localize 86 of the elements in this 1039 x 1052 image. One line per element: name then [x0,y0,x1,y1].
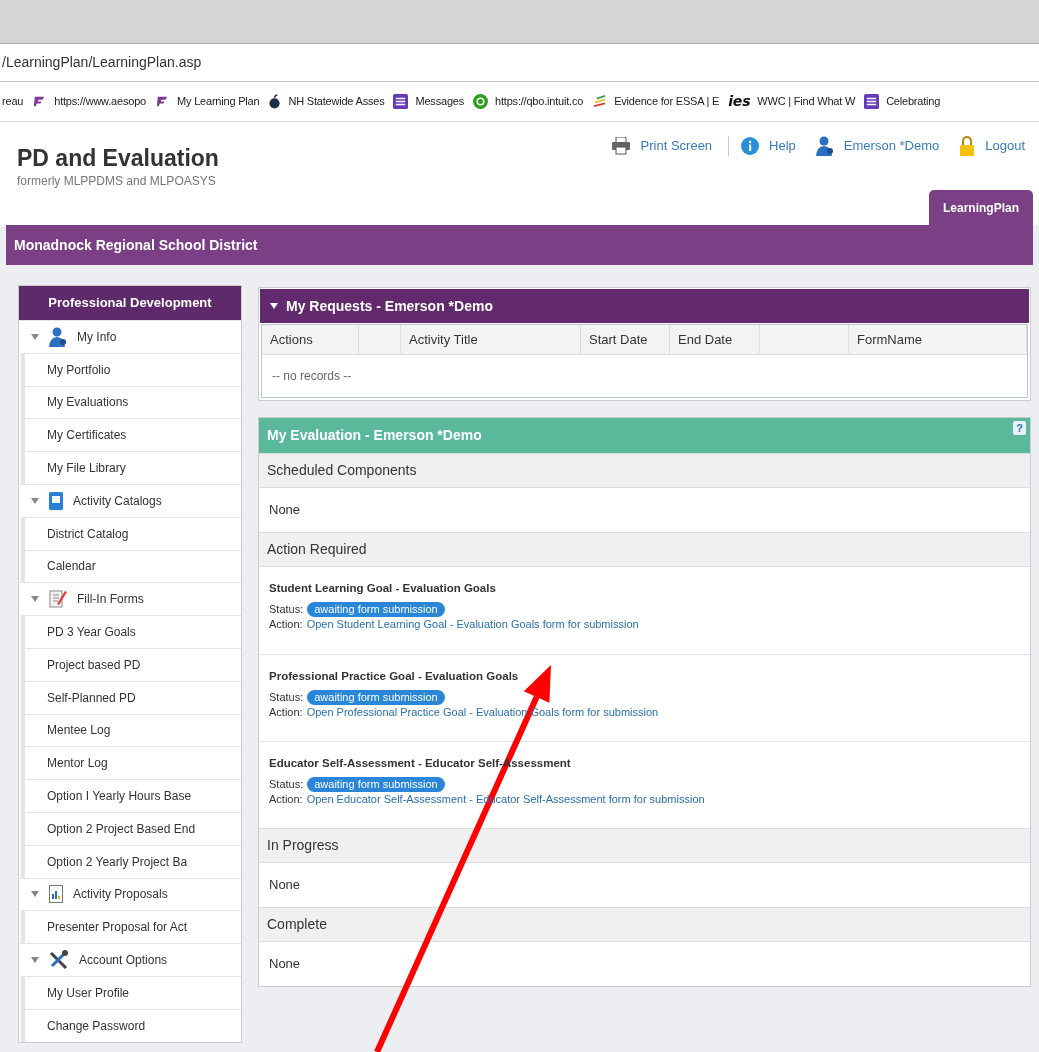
sidebar-title: Professional Development [48,294,212,313]
sidebar-group[interactable]: Fill-In Forms [77,590,144,609]
sidebar-item[interactable]: Option 2 Project Based End [47,819,196,838]
bookmark[interactable]: reau [2,93,24,110]
empty-message: None [269,955,301,974]
header-link[interactable]: Print Screen [640,136,713,156]
section-title: Action Required [267,540,367,559]
sidebar-item[interactable]: Project based PD [47,655,141,674]
panel-title: My Requests - Emerson *Demo [286,296,493,316]
status-badge: awaiting form submission [307,777,445,793]
district-name: Monadnock Regional School District [14,235,258,255]
circle-logo-icon [473,94,489,109]
sidebar-item[interactable]: Presenter Proposal for Act [47,918,188,937]
sidebar-item[interactable]: Mentor Log [47,754,108,773]
status-label: Status: [269,602,304,618]
column-header[interactable]: Activity Title [401,325,581,354]
status-badge: awaiting form submission [307,602,445,618]
sidebar-item[interactable]: PD 3 Year Goals [47,623,136,642]
sidebar-item[interactable]: Calendar [47,557,96,576]
status-badge: awaiting form submission [307,690,445,706]
bookmark[interactable]: My Learning Plan [155,93,260,110]
sidebar-item[interactable]: My Portfolio [47,360,111,379]
sidebar-item[interactable]: Mentee Log [47,721,111,740]
sidebar-group[interactable]: My Info [77,327,117,346]
bookmark[interactable]: Messages [393,93,465,110]
status-label: Status: [269,777,304,793]
section-title: In Progress [267,836,339,855]
action-label: Action: [269,792,303,808]
sidebar-item[interactable]: District Catalog [47,524,129,543]
app-title: PD and Evaluation [17,144,219,172]
action-label: Action: [269,617,303,633]
panel-title: My Evaluation - Emerson *Demo [267,426,482,445]
form-pencil-icon [49,589,67,610]
action-link[interactable]: Open Student Learning Goal - Evaluation Goals form for submission [306,617,639,633]
bookmark[interactable]: NH Statewide Asses [268,93,385,110]
caret-icon[interactable] [270,303,278,309]
list-icon [393,94,409,109]
sidebar-item[interactable]: My User Profile [47,983,129,1002]
brand-icon [155,94,170,109]
sidebar-item[interactable]: My Evaluations [47,393,129,412]
user-icon [49,326,67,347]
address-bar[interactable]: /LearningPlan/LearningPlan.asp [0,52,202,73]
bookmark[interactable]: https://qbo.intuit.co [473,93,584,110]
header-link[interactable]: Logout [985,136,1025,156]
help-badge[interactable]: ? [1013,421,1026,435]
column-header[interactable]: FormName [849,325,1027,354]
section-title: Complete [267,915,327,934]
apple-icon [268,94,282,109]
column-header[interactable]: Start Date [581,325,670,354]
chart-document-icon [49,885,63,904]
item-title: Student Learning Goal - Evaluation Goals [269,581,496,596]
lock-icon [959,136,976,156]
item-title: Professional Practice Goal - Evaluation Goals [269,669,519,684]
bookmark[interactable]: ies WWC | Find What W [728,91,856,112]
printer-icon [610,137,631,155]
action-label: Action: [269,705,303,721]
sidebar-item[interactable]: My Certificates [47,426,127,445]
bookmark[interactable]: https://www.aesopo [32,93,146,110]
status-label: Status: [269,690,304,706]
column-header[interactable]: End Date [670,325,760,354]
column-header[interactable]: Actions [262,325,359,354]
sidebar-item[interactable]: Option I Yearly Hours Base [47,787,192,806]
empty-message: -- no records -- [272,368,352,385]
user-icon [815,136,834,156]
header-link[interactable]: Emerson *Demo [843,136,940,156]
sidebar-item[interactable]: Change Password [47,1016,146,1035]
sidebar-group[interactable]: Account Options [79,951,168,970]
sidebar-group[interactable]: Activity Catalogs [73,491,162,510]
stripes-icon [592,95,608,108]
app-subtitle: formerly MLPPDMS and MLPOASYS [17,173,217,190]
tab[interactable]: LearningPlan [929,190,1033,225]
empty-message: None [269,876,301,895]
sidebar-group[interactable]: Activity Proposals [73,885,168,904]
logo-text: ies [728,92,751,111]
sidebar-item[interactable]: My File Library [47,459,126,478]
sidebar-item[interactable]: Self-Planned PD [47,688,136,707]
book-icon [49,491,63,510]
bookmark[interactable]: Evidence for ESSA | E [592,93,720,110]
bookmark[interactable]: Celebrating [864,93,941,110]
list-icon [864,94,880,109]
info-icon [741,137,760,155]
sidebar-item[interactable]: Option 2 Yearly Project Ba [47,852,188,871]
section-title: Scheduled Components [267,461,417,480]
empty-message: None [269,501,301,520]
header-link[interactable]: Help [769,136,796,156]
tools-icon [49,950,69,971]
